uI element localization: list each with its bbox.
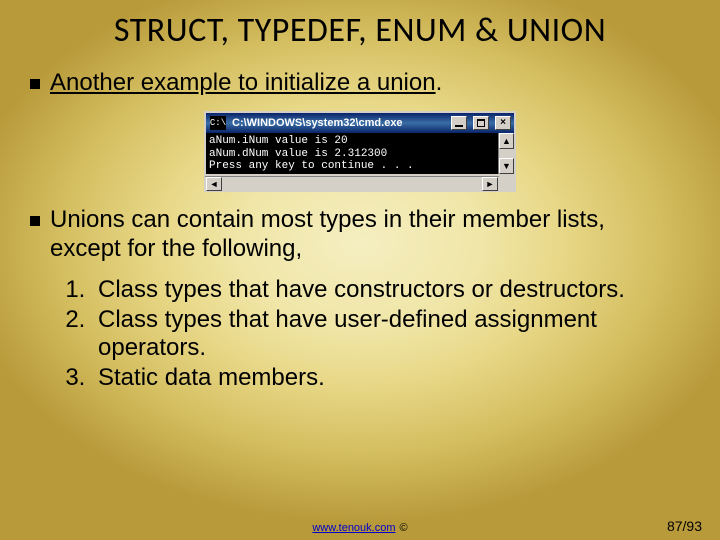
bullet-square-icon — [30, 216, 40, 226]
minimize-button[interactable] — [451, 116, 467, 130]
footer: www.tenouk.com © — [0, 522, 720, 534]
copyright-icon: © — [400, 522, 408, 534]
list-item: Class types that have user-defined assig… — [92, 306, 660, 363]
exception-list: Class types that have constructors or de… — [92, 276, 720, 393]
cmd-icon: C:\ — [210, 116, 226, 130]
console-window: C:\ C:\WINDOWS\system32\cmd.exe × aNum.i… — [204, 111, 516, 192]
bullet-link-suffix: . — [436, 69, 443, 96]
console-titlebar: C:\ C:\WINDOWS\system32\cmd.exe × — [204, 111, 516, 133]
bullet-2: Unions can contain most types in their m… — [30, 206, 720, 264]
scroll-down-icon[interactable]: ▼ — [499, 158, 514, 174]
slide-title: STRUCT, TYPEDEF, ENUM & UNION — [0, 0, 720, 51]
page-number: 87/93 — [667, 518, 702, 534]
scroll-left-icon[interactable]: ◄ — [206, 177, 222, 191]
console-output: aNum.iNum value is 20 aNum.dNum value is… — [206, 133, 498, 174]
scroll-up-icon[interactable]: ▲ — [499, 133, 514, 149]
scrollbar-vertical[interactable]: ▲ ▼ — [498, 133, 514, 174]
maximize-button[interactable] — [473, 116, 489, 130]
bullet-body-text: Unions can contain most types in their m… — [50, 206, 680, 264]
scrollbar-horizontal[interactable]: ◄ ► — [204, 176, 500, 192]
footer-link[interactable]: www.tenouk.com — [312, 522, 395, 534]
bullet-1: Another example to initialize a union. — [30, 69, 720, 97]
scroll-right-icon[interactable]: ► — [482, 177, 498, 191]
list-item: Static data members. — [92, 364, 660, 392]
example-link[interactable]: Another example to initialize a union — [50, 69, 436, 96]
list-item: Class types that have constructors or de… — [92, 276, 660, 304]
close-button[interactable]: × — [495, 116, 511, 130]
bullet-square-icon — [30, 79, 40, 89]
scroll-corner — [500, 176, 516, 192]
console-title: C:\WINDOWS\system32\cmd.exe — [232, 117, 445, 129]
